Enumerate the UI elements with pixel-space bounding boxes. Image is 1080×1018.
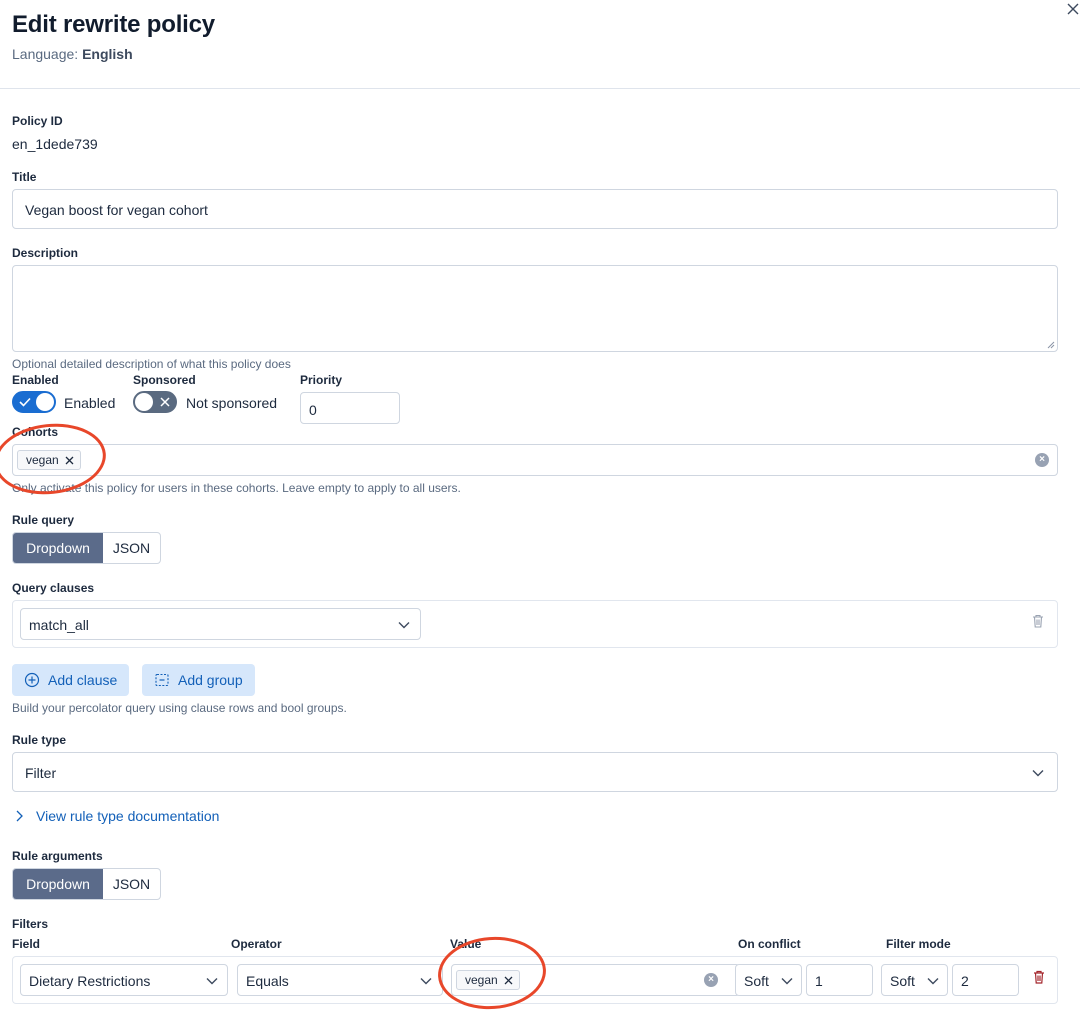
group-icon — [155, 673, 169, 687]
title-label: Title — [12, 170, 37, 184]
language-indicator: Language: English — [12, 46, 133, 62]
filter-row: Dietary Restrictions Equals vegan × Soft… — [12, 956, 1058, 1004]
on-conflict-value: Soft — [744, 973, 769, 989]
sponsored-label: Sponsored — [133, 373, 196, 387]
filter-field-value: Dietary Restrictions — [29, 973, 151, 989]
clause-type-value: match_all — [29, 617, 89, 633]
delete-filter-icon[interactable] — [1032, 969, 1046, 985]
filter-value-combobox[interactable]: vegan × — [451, 964, 740, 996]
filters-label: Filters — [12, 917, 49, 931]
filter-value-chip: vegan — [456, 970, 520, 990]
filter-value-chip-label: vegan — [465, 973, 498, 987]
check-icon — [19, 397, 31, 407]
resize-handle-icon[interactable] — [1047, 341, 1055, 349]
description-textarea[interactable] — [12, 265, 1058, 352]
filter-field-select[interactable]: Dietary Restrictions — [20, 964, 228, 996]
priority-label: Priority — [300, 373, 343, 387]
cohort-chip-label: vegan — [26, 453, 59, 467]
chevron-down-icon — [927, 978, 939, 985]
rule-arguments-dropdown-option[interactable]: Dropdown — [13, 869, 103, 899]
filter-mode-value: Soft — [890, 973, 915, 989]
column-header-field: Field — [12, 937, 41, 951]
chevron-right-icon — [16, 810, 23, 822]
rule-type-doc-toggle[interactable] — [14, 809, 26, 828]
page-title: Edit rewrite policy — [12, 11, 215, 38]
rule-query-dropdown-option[interactable]: Dropdown — [13, 533, 103, 563]
header-divider — [0, 88, 1080, 89]
on-conflict-number-value: 1 — [815, 973, 823, 989]
remove-chip-icon[interactable] — [65, 456, 74, 465]
on-conflict-number-input[interactable]: 1 — [806, 964, 873, 996]
query-clause-row: match_all — [12, 600, 1058, 648]
sponsored-toggle-knob — [135, 393, 153, 411]
chevron-down-icon — [206, 978, 218, 985]
rule-arguments-mode-toggle: Dropdown JSON — [12, 868, 161, 900]
chevron-down-icon — [781, 978, 793, 985]
rule-type-select[interactable]: Filter — [12, 752, 1058, 792]
remove-chip-icon[interactable] — [504, 976, 513, 985]
column-header-on-conflict: On conflict — [738, 937, 801, 951]
clause-type-select[interactable]: match_all — [20, 608, 421, 640]
column-header-value: Value — [450, 937, 482, 951]
language-label: Language: — [12, 46, 79, 62]
priority-input[interactable]: 0 — [300, 392, 400, 424]
filter-operator-value: Equals — [246, 973, 289, 989]
rule-arguments-json-option[interactable]: JSON — [103, 869, 160, 899]
chevron-down-icon — [1032, 770, 1044, 777]
on-conflict-select[interactable]: Soft — [735, 964, 802, 996]
cohorts-combobox[interactable]: vegan × — [12, 444, 1058, 476]
query-clauses-help: Build your percolator query using clause… — [12, 701, 347, 715]
cohorts-label: Cohorts — [12, 425, 58, 439]
column-header-filter-mode: Filter mode — [886, 937, 951, 951]
rule-query-json-option[interactable]: JSON — [103, 533, 160, 563]
filter-operator-select[interactable]: Equals — [237, 964, 443, 996]
cohort-chip: vegan — [17, 450, 81, 470]
priority-value: 0 — [309, 402, 317, 418]
title-input-value: Vegan boost for vegan cohort — [25, 202, 208, 218]
query-clauses-label: Query clauses — [12, 581, 95, 595]
cohorts-help: Only activate this policy for users in t… — [12, 481, 461, 495]
title-input[interactable]: Vegan boost for vegan cohort — [12, 189, 1058, 229]
filter-mode-number-input[interactable]: 2 — [952, 964, 1019, 996]
rule-query-label: Rule query — [12, 513, 75, 527]
description-label: Description — [12, 246, 79, 260]
add-group-label: Add group — [178, 672, 243, 688]
close-icon[interactable] — [1063, 0, 1080, 20]
filter-mode-select[interactable]: Soft — [881, 964, 948, 996]
cross-icon — [160, 397, 170, 407]
column-header-operator: Operator — [231, 937, 282, 951]
sponsored-toggle[interactable] — [133, 391, 177, 413]
enabled-toggle-knob — [36, 393, 54, 411]
enabled-state-text: Enabled — [64, 395, 116, 411]
chevron-down-icon — [398, 622, 410, 629]
add-group-button[interactable]: Add group — [142, 664, 255, 696]
rule-type-doc-link[interactable]: View rule type documentation — [36, 808, 219, 824]
rule-query-mode-toggle: Dropdown JSON — [12, 532, 161, 564]
plus-circle-icon — [24, 672, 40, 688]
rule-type-label: Rule type — [12, 733, 67, 747]
sponsored-state-text: Not sponsored — [186, 395, 278, 411]
enabled-label: Enabled — [12, 373, 59, 387]
delete-clause-icon[interactable] — [1031, 613, 1045, 629]
chevron-down-icon — [420, 978, 432, 985]
filter-mode-number-value: 2 — [961, 973, 969, 989]
rule-type-value: Filter — [25, 765, 57, 781]
rule-arguments-label: Rule arguments — [12, 849, 103, 863]
enabled-toggle[interactable] — [12, 391, 56, 413]
policy-id-value: en_1dede739 — [12, 136, 98, 152]
description-help: Optional detailed description of what th… — [12, 357, 291, 371]
language-value: English — [82, 46, 133, 62]
add-clause-label: Add clause — [48, 672, 118, 688]
add-clause-button[interactable]: Add clause — [12, 664, 130, 696]
policy-id-label: Policy ID — [12, 114, 63, 128]
clear-value-icon[interactable]: × — [704, 973, 718, 987]
clear-cohorts-icon[interactable]: × — [1035, 453, 1049, 467]
